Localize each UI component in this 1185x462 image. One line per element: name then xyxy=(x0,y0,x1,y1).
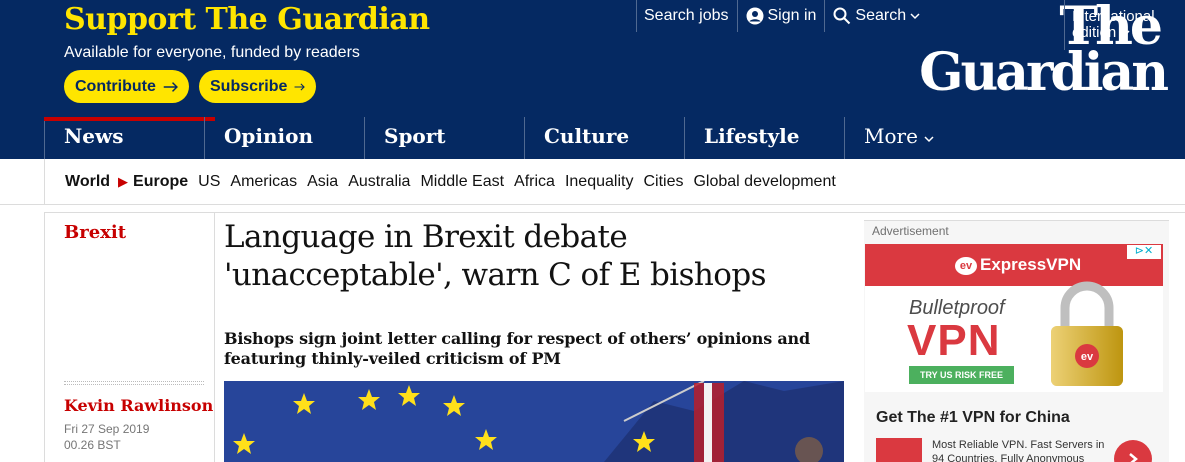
nav-more[interactable]: More xyxy=(844,117,964,159)
subnav-global-development[interactable]: Global development xyxy=(693,173,835,191)
chevron-down-icon xyxy=(1120,30,1130,37)
sub-navigation: World ▶ Europe US Americas Asia Australi… xyxy=(0,159,1185,205)
subnav-list: World ▶ Europe US Americas Asia Australi… xyxy=(44,159,846,205)
site-header: Support The Guardian Available for every… xyxy=(0,0,1185,159)
ad-body: Most Reliable VPN. Fast Servers in 94 Co… xyxy=(932,439,1105,462)
search-icon xyxy=(833,7,851,25)
subnav-americas[interactable]: Americas xyxy=(230,173,297,191)
logo-line2: Guardian xyxy=(919,42,1169,103)
arrow-right-icon xyxy=(294,82,306,91)
article-standfirst: Bishops sign joint letter calling for re… xyxy=(224,329,810,368)
meta-divider xyxy=(64,384,204,385)
hero-image xyxy=(224,381,844,462)
arrow-right-icon xyxy=(163,81,178,92)
article-time: 00.26 BST xyxy=(64,438,121,452)
chevron-right-icon xyxy=(1129,453,1138,462)
dateline: Fri 27 Sep 2019 00.26 BST xyxy=(64,421,149,453)
eu-flag-photo xyxy=(224,381,844,462)
nav-opinion[interactable]: Opinion xyxy=(204,117,364,159)
subnav-inequality[interactable]: Inequality xyxy=(565,173,634,191)
byline[interactable]: Kevin Rawlinson xyxy=(64,396,213,415)
ad-banner[interactable]: ev ExpressVPN ⊳✕ Bulletproof VPN TRY US R… xyxy=(865,244,1163,392)
nav-culture[interactable]: Culture xyxy=(524,117,684,159)
chevron-down-icon xyxy=(924,136,934,143)
subnav-world[interactable]: World xyxy=(65,173,110,191)
subscribe-button[interactable]: Subscribe xyxy=(199,70,316,103)
subnav-australia[interactable]: Australia xyxy=(348,173,410,191)
expressvpn-logo-icon: ev xyxy=(955,256,977,275)
ad-brand: ev ExpressVPN xyxy=(955,255,1081,275)
ad-choices-icon[interactable]: ⊳✕ xyxy=(1127,245,1161,259)
support-title: Support The Guardian xyxy=(64,2,430,37)
search-jobs-link[interactable]: Search jobs xyxy=(636,0,737,32)
subnav-africa[interactable]: Africa xyxy=(514,173,555,191)
ad-vpn: VPN xyxy=(907,316,1001,365)
user-icon xyxy=(746,7,763,25)
subscribe-label: Subscribe xyxy=(210,77,288,95)
subnav-us[interactable]: US xyxy=(198,173,220,191)
subnav-cities[interactable]: Cities xyxy=(643,173,683,191)
column-divider xyxy=(214,212,215,462)
section-label[interactable]: Brexit xyxy=(64,222,126,243)
expressvpn-logo-icon xyxy=(876,438,922,462)
sign-in-link[interactable]: Sign in xyxy=(736,0,825,32)
ad-label: Advertisement xyxy=(872,224,949,238)
ad-try-button[interactable]: TRY US RISK FREE xyxy=(909,366,1014,384)
pillar-nav: News Opinion Sport Culture Lifestyle Mor… xyxy=(44,117,964,159)
edition-line1: International xyxy=(1072,8,1155,25)
nav-sport[interactable]: Sport xyxy=(364,117,524,159)
subnav-asia[interactable]: Asia xyxy=(307,173,338,191)
edition-line2: edition xyxy=(1072,24,1117,41)
contribute-button[interactable]: Contribute xyxy=(64,70,189,103)
ad-title[interactable]: Get The #1 VPN for China xyxy=(876,409,1070,427)
nav-lifestyle[interactable]: Lifestyle xyxy=(684,117,844,159)
ad-brand-name: ExpressVPN xyxy=(980,255,1082,274)
nav-news[interactable]: News xyxy=(44,117,215,159)
contribute-label: Contribute xyxy=(75,77,156,95)
nav-more-label: More xyxy=(864,124,918,148)
meta-divider xyxy=(64,381,204,382)
subnav-europe[interactable]: Europe xyxy=(133,173,188,191)
support-subtitle: Available for everyone, funded by reader… xyxy=(64,44,360,61)
search-jobs-label: Search jobs xyxy=(644,7,729,24)
triangle-right-icon: ▶ xyxy=(118,174,129,189)
sign-in-label: Sign in xyxy=(767,7,817,24)
svg-text:ev: ev xyxy=(1081,351,1094,363)
padlock-icon: ev xyxy=(1051,281,1123,386)
edition-picker[interactable]: International edition xyxy=(1064,0,1155,50)
article-headline: Language in Brexit debate 'unacceptable'… xyxy=(224,219,766,293)
subnav-middle-east[interactable]: Middle East xyxy=(420,173,504,191)
article-date: Fri 27 Sep 2019 xyxy=(64,422,150,436)
